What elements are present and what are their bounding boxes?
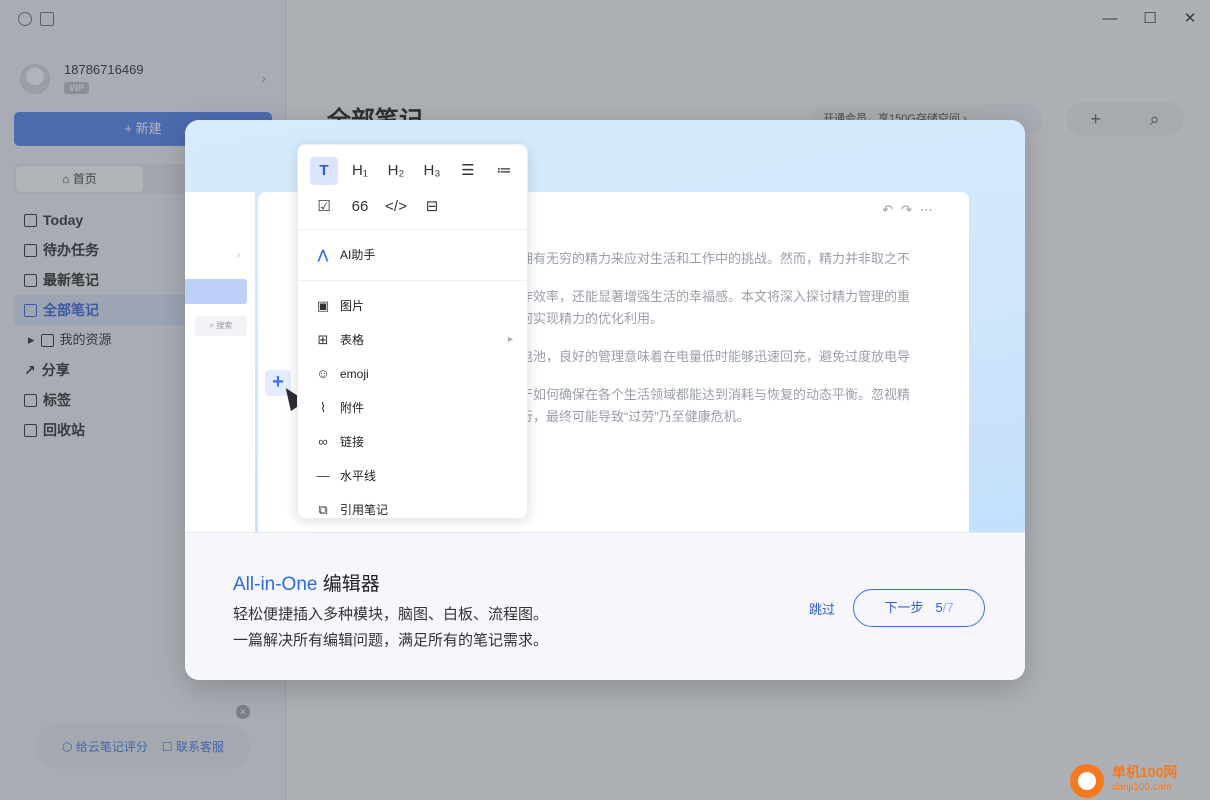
feature-description-2: 一篇解决所有编辑问题，满足所有的笔记需求。 (233, 632, 549, 649)
paperclip-icon: ⌇ (319, 400, 327, 415)
preview-doc-tools: ↶↷⋯ (882, 202, 941, 218)
skip-button[interactable]: 跳过 (809, 599, 835, 618)
preview-doc-text: 拥有无穷的精力来应对生活和工作中的挑战。然而，精力并非取之不 作效率，还能显著增… (520, 248, 940, 444)
step-current: 5 (935, 600, 943, 615)
feature-description-1: 轻松便捷插入多种模块，脑图、白板、流程图。 (233, 606, 549, 623)
format-toolbar: T H₁ H₂ H₃ ☰ ≔ ☑ 66 </> ⊟ (298, 145, 527, 221)
next-step-label: 下一步 (884, 600, 924, 615)
text-format-icon: T (310, 157, 338, 185)
onboarding-modal: › ⌕ 搜索 ↶↷⋯ 拥有无穷的精力来应对生活和工作中的挑战。然而，精力并非取之… (185, 120, 1025, 680)
code-icon: </> (385, 198, 407, 215)
menu-item-label: emoji (340, 367, 369, 381)
doc-paragraph: 拥有无穷的精力来应对生活和工作中的挑战。然而，精力并非取之不 (520, 251, 911, 266)
ordered-list-icon: ☰ (461, 162, 475, 179)
menu-item-ai: ⋀ AI助手 (298, 238, 527, 272)
feature-title-highlight: All-in-One (233, 574, 318, 595)
table-icon: ⊞ (317, 332, 329, 347)
menu-item-label: AI助手 (340, 248, 376, 262)
doc-paragraph: 行，最终可能导致“过劳”乃至健康危机。 (520, 409, 750, 424)
reference-icon: ⧉ (318, 502, 328, 517)
checklist-icon: ☑ (317, 198, 331, 215)
watermark-subtext: danji100.com (1112, 782, 1172, 793)
redo-icon: ↷ (901, 202, 920, 217)
step-total: /7 (942, 600, 954, 615)
modal-footer: All-in-One 编辑器 轻松便捷插入多种模块，脑图、白板、流程图。 一篇解… (185, 532, 1025, 680)
watermark: 单机100网 danji100.com (1060, 760, 1210, 800)
menu-item-label: 水平线 (340, 469, 377, 483)
smile-icon: ☺ (316, 366, 330, 381)
preview-search: ⌕ 搜索 (195, 316, 247, 336)
doc-paragraph: 于如何确保在各个生活领域都能达到消耗与恢复的动态平衡。忽视精 (520, 387, 911, 402)
watermark-text: 单机100网 (1112, 764, 1178, 780)
menu-item-ref-note: ⧉ 引用笔记 (298, 493, 527, 527)
ai-icon: ⋀ (317, 247, 329, 262)
chevron-right-icon: › (237, 250, 241, 261)
menu-item-image: ▣ 图片 (298, 289, 527, 323)
heading2-icon: H₂ (387, 162, 405, 179)
image-icon: ▣ (316, 298, 330, 313)
preview-search-label: 搜索 (216, 321, 233, 330)
menu-item-label: 附件 (340, 401, 365, 415)
quote-icon: 66 (351, 198, 369, 215)
feature-title-rest: 编辑器 (317, 574, 380, 595)
menu-item-label: 链接 (340, 435, 365, 449)
menu-item-table: ⊞ 表格 ▸ (298, 323, 527, 357)
heading3-icon: H₃ (423, 162, 441, 179)
link-icon: ∞ (318, 434, 328, 449)
horizontal-line-icon: — (316, 468, 330, 483)
feature-title: All-in-One 编辑器 (233, 569, 380, 596)
preview-selected-item (185, 279, 247, 304)
doc-paragraph: 电池，良好的管理意味着在电量低时能够迅速回充，避免过度放电导 (520, 349, 911, 364)
divider (298, 229, 527, 230)
menu-item-label: 表格 (340, 333, 365, 347)
doc-paragraph: 何实现精力的优化利用。 (520, 311, 664, 326)
menu-item-hr: — 水平线 (298, 459, 527, 493)
feature-preview: › ⌕ 搜索 ↶↷⋯ 拥有无穷的精力来应对生活和工作中的挑战。然而，精力并非取之… (185, 120, 1025, 532)
menu-item-emoji: ☺ emoji (298, 357, 527, 391)
more-icon: ⋯ (920, 202, 941, 217)
watermark-logo-icon (1070, 764, 1104, 798)
next-step-button[interactable]: 下一步 5/7 (853, 589, 985, 627)
undo-icon: ↶ (882, 202, 902, 217)
bullet-list-icon: ≔ (496, 162, 512, 179)
heading1-icon: H₁ (352, 162, 368, 179)
chevron-right-icon: ▸ (507, 334, 513, 345)
menu-item-label: 图片 (340, 299, 365, 313)
menu-item-link: ∞ 链接 (298, 425, 527, 459)
menu-item-attachment: ⌇ 附件 (298, 391, 527, 425)
preview-sidebar: › ⌕ 搜索 (185, 192, 255, 532)
callout-icon: ⊟ (425, 198, 439, 215)
insert-menu: T H₁ H₂ H₃ ☰ ≔ ☑ 66 </> ⊟ ⋀ AI助手 ▣ 图片 ⊞ 表格 ▸… (297, 144, 528, 519)
menu-item-label: 引用笔记 (340, 503, 389, 517)
divider (298, 280, 527, 281)
doc-paragraph: 作效率，还能显著增强生活的幸福感。本文将深入探讨精力管理的重 (520, 289, 911, 304)
